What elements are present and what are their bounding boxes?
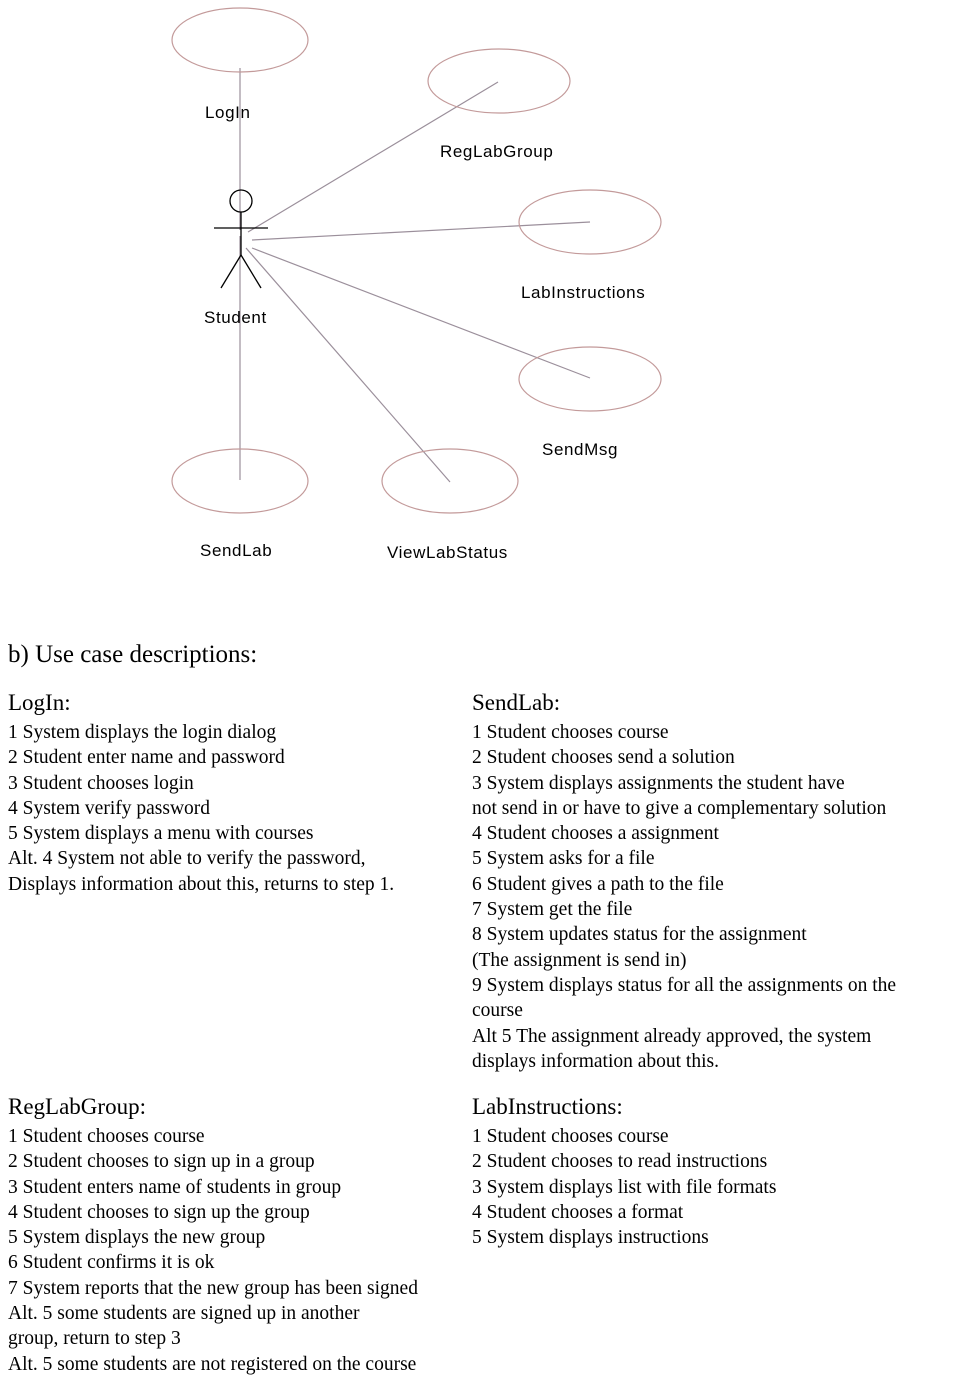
step: 3 System displays assignments the studen… [472, 772, 845, 794]
step: 5 System asks for a file [472, 848, 655, 870]
step: 2 Student enter name and password [8, 747, 285, 769]
step: 3 Student enters name of students in gro… [8, 1176, 342, 1198]
step: 1 Student chooses course [8, 1126, 205, 1147]
ellipse-reglabgroup [427, 48, 571, 114]
step: 7 System get the file [472, 899, 633, 921]
description-steps-sendlab: 1 Student chooses course 2 Student choos… [472, 720, 942, 1074]
use-case-label-reglabgroup: RegLabGroup [440, 142, 554, 161]
description-sendlab: SendLab: 1 Student chooses course 2 Stud… [472, 688, 942, 1074]
use-case-diagram-svg [171, 7, 662, 514]
section-heading: b) Use case descriptions: [8, 641, 258, 668]
description-reglabgroup: RegLabGroup: 1 Student chooses course 2 … [8, 1092, 438, 1377]
step: group, return to step 3 [8, 1328, 181, 1350]
step: 1 Student chooses course [472, 1126, 669, 1147]
step: Alt. 4 System not able to verify the pas… [8, 848, 366, 870]
step: 8 System updates status for the assignme… [472, 924, 807, 946]
ellipse-viewlabstatus [381, 448, 519, 514]
step: 9 System displays status for all the ass… [472, 974, 897, 996]
actor-label-student: Student [204, 308, 267, 327]
use-case-ellipses [171, 7, 662, 514]
use-case-label-sendlab: SendLab [200, 541, 273, 560]
step: 5 System displays the new group [8, 1227, 266, 1249]
description-steps-login: 1 System displays the login dialog 2 Stu… [8, 720, 438, 897]
step: 3 Student chooses login [8, 772, 194, 794]
step: 6 Student gives a path to the file [472, 873, 724, 895]
association-lines [239, 68, 591, 483]
step: 4 Student chooses a assignment [472, 823, 719, 845]
step: 6 Student confirms it is ok [8, 1252, 215, 1274]
step: not send in or have to give a complement… [472, 797, 887, 819]
ellipse-sendmsg [518, 346, 662, 412]
step: 3 System displays list with file formats [472, 1176, 777, 1198]
description-steps-labinstructions: 1 Student chooses course 2 Student choos… [472, 1124, 942, 1250]
step: displays information about this. [472, 1050, 719, 1072]
description-login: LogIn: 1 System displays the login dialo… [8, 688, 438, 897]
step: course [472, 1000, 523, 1022]
step: Displays information about this, returns… [8, 873, 395, 895]
step: 4 Student chooses a format [472, 1201, 684, 1223]
step: Alt. 5 some students are not registered … [8, 1353, 417, 1375]
use-case-label-labinstructions: LabInstructions [521, 283, 646, 302]
step: 2 Student chooses to read instructions [472, 1151, 768, 1173]
step: 2 Student chooses send a solution [472, 747, 735, 769]
step: Alt. 5 some students are signed up in an… [8, 1303, 360, 1325]
step: 1 Student chooses course [472, 722, 669, 743]
step: 5 System displays instructions [472, 1227, 709, 1249]
description-title-login: LogIn: [8, 690, 71, 715]
step: Alt 5 The assignment already approved, t… [472, 1025, 872, 1047]
step: 4 Student chooses to sign up the group [8, 1201, 310, 1223]
description-title-sendlab: SendLab: [472, 690, 561, 715]
use-case-label-sendmsg: SendMsg [542, 440, 619, 459]
description-title-labinstructions: LabInstructions: [472, 1094, 623, 1119]
step: 4 System verify password [8, 797, 211, 819]
step: 1 System displays the login dialog [8, 722, 277, 743]
step: 5 System displays a menu with courses [8, 823, 314, 845]
description-title-reglabgroup: RegLabGroup: [8, 1094, 146, 1119]
description-labinstructions: LabInstructions: 1 Student chooses cours… [472, 1092, 942, 1250]
use-case-label-viewlabstatus: ViewLabStatus [387, 543, 508, 562]
step: 7 System reports that the new group has … [8, 1277, 418, 1299]
use-case-label-login: LogIn [205, 103, 251, 122]
step: 2 Student chooses to sign up in a group [8, 1151, 315, 1173]
ellipse-login [171, 7, 309, 73]
use-case-diagram: LogIn RegLabGroup LabInstructions SendMs… [0, 0, 960, 600]
step: (The assignment is send in) [472, 949, 687, 971]
description-steps-reglabgroup: 1 Student chooses course 2 Student choos… [8, 1124, 438, 1377]
